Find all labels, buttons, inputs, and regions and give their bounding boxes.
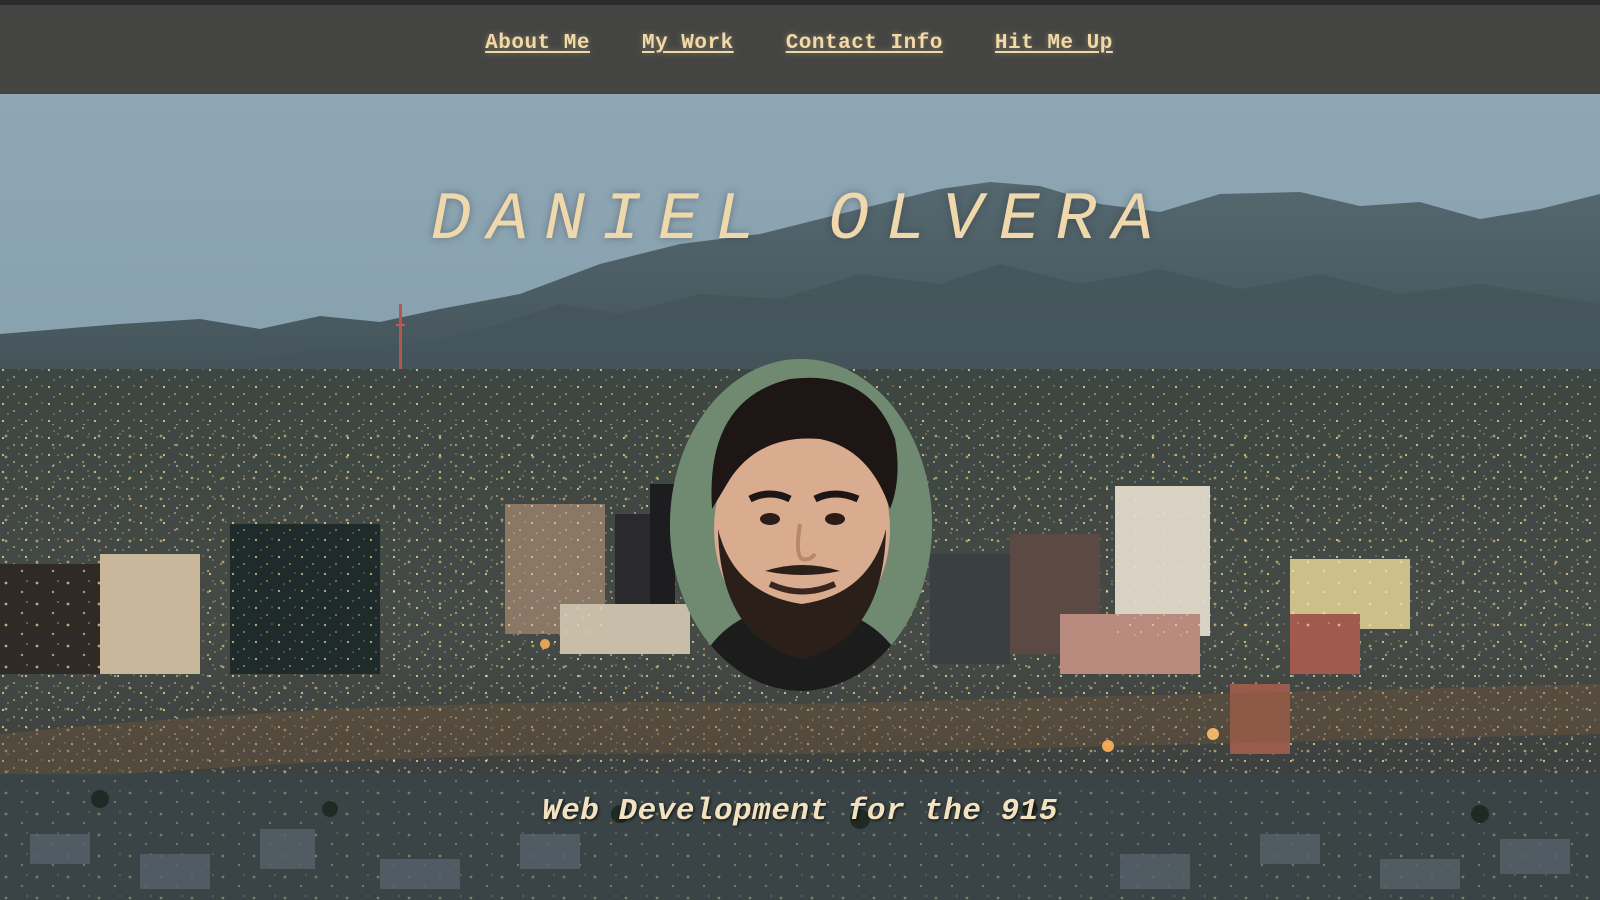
nav-link-my-work[interactable]: My Work <box>642 32 734 55</box>
profile-avatar <box>670 359 932 691</box>
nav-link-about-me[interactable]: About Me <box>485 32 590 55</box>
profile-photo <box>670 359 932 691</box>
hero-tagline: Web Development for the 915 <box>542 794 1058 829</box>
nav-link-contact-info[interactable]: Contact Info <box>786 32 943 55</box>
top-navbar: About Me My Work Contact Info Hit Me Up <box>0 5 1600 94</box>
nav-links: About Me My Work Contact Info Hit Me Up <box>485 32 1113 55</box>
hero-section: DANIEL OLVERA Web Development for the 91… <box>0 94 1600 900</box>
hero-title: DANIEL OLVERA <box>430 182 1170 259</box>
nav-link-hit-me-up[interactable]: Hit Me Up <box>995 32 1113 55</box>
